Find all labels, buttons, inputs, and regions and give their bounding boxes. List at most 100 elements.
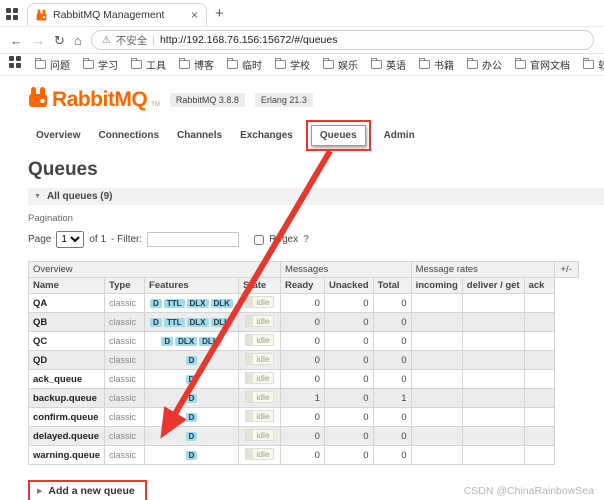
folder-icon (323, 58, 334, 69)
column-header[interactable]: Name (27, 277, 106, 294)
bookmark-label: 软件 (598, 57, 604, 72)
close-tab-icon[interactable]: × (191, 9, 198, 21)
queue-rate-deliver-get (461, 350, 525, 370)
bookmark-label: 书籍 (434, 61, 454, 72)
browser-window: RabbitMQ Management × + ← → ↻ ⌂ ⚠ 不安全 | … (0, 0, 604, 500)
of-label: of 1 (89, 234, 107, 245)
queue-type: classic (104, 369, 146, 389)
bookmark-item[interactable]: 书籍 (419, 57, 454, 72)
queue-ready: 0 (279, 445, 325, 465)
new-tab-button[interactable]: + (215, 5, 224, 22)
column-header[interactable]: deliver / get (461, 277, 525, 294)
browser-tab[interactable]: RabbitMQ Management × (27, 3, 207, 26)
column-toggle-control[interactable]: +/- (553, 261, 579, 278)
reload-icon[interactable]: ↻ (54, 34, 65, 47)
page-select[interactable]: 1 (56, 231, 85, 248)
feature-badge: D (150, 298, 162, 308)
pagination-controls: Page 1 of 1 - Filter: Regex ? (28, 231, 592, 248)
queue-name-link[interactable]: delayed.queue (27, 426, 106, 446)
queue-ready: 0 (279, 331, 325, 351)
queue-name-link[interactable]: ack_queue (27, 369, 106, 389)
tab-exchanges[interactable]: Exchanges (232, 126, 301, 145)
queue-rate-ack (523, 388, 555, 408)
column-header[interactable]: Type (104, 277, 146, 294)
rabbitmq-favicon-icon (36, 9, 47, 21)
queue-features: D TTL DLX DLK (144, 293, 239, 313)
queue-features: D TTL DLX DLK (144, 312, 239, 332)
bookmark-item[interactable]: 娱乐 (323, 57, 358, 72)
queue-type: classic (104, 331, 146, 351)
queue-unacked: 0 (323, 312, 374, 332)
bookmark-item[interactable]: 软件 (583, 57, 604, 72)
tab-admin[interactable]: Admin (376, 126, 423, 145)
queue-rate-deliver-get (461, 407, 525, 427)
bookmark-item[interactable]: 工具 (131, 57, 166, 72)
bookmark-item[interactable]: 博客 (179, 57, 214, 72)
filter-input[interactable] (147, 232, 240, 247)
all-queues-section-header[interactable]: ▼ All queues (9) (28, 188, 604, 205)
feature-badge: TTL (163, 317, 185, 327)
queue-state: idle (237, 350, 281, 370)
queue-name-link[interactable]: backup.queue (27, 388, 106, 408)
bookmark-item[interactable]: 临时 (227, 57, 262, 72)
queue-rate-incoming (410, 388, 463, 408)
apps-grid-icon[interactable] (9, 55, 22, 69)
queue-name-link[interactable]: warning.queue (27, 445, 106, 465)
regex-checkbox[interactable] (254, 234, 265, 245)
tab-grid-icon[interactable] (6, 8, 19, 21)
queue-name-link[interactable]: QC (27, 331, 106, 351)
column-header[interactable]: Unacked (323, 277, 374, 294)
queue-name-link[interactable]: QA (27, 293, 106, 313)
queue-features: D DLX DLK (144, 331, 239, 351)
column-header[interactable]: ack (523, 277, 555, 294)
tab-queues[interactable]: Queues (305, 120, 371, 151)
queue-rate-ack (523, 312, 555, 332)
feature-badge: D (185, 450, 198, 460)
add-new-queue-section[interactable]: ▶ Add a new queue (28, 480, 147, 500)
bookmark-label: 问题 (50, 61, 70, 72)
queue-state: idle (237, 426, 281, 446)
column-header[interactable]: Features (144, 277, 239, 294)
bookmark-item[interactable]: 学校 (275, 57, 310, 72)
feature-badge: DLK (210, 298, 233, 308)
queue-rate-incoming (410, 426, 463, 446)
forward-icon[interactable]: → (32, 34, 45, 47)
logo-wordmark[interactable]: RabbitMQ (52, 88, 148, 112)
queue-state: idle (237, 293, 281, 313)
column-header[interactable]: Total (372, 277, 412, 294)
feature-badge: D (185, 355, 198, 365)
address-bar[interactable]: ⚠ 不安全 | http://192.168.76.156:15672/#/qu… (90, 30, 594, 50)
queue-type: classic (104, 350, 146, 370)
queue-rate-incoming (410, 331, 463, 351)
folder-icon (131, 58, 142, 69)
back-icon[interactable]: ← (10, 34, 23, 47)
rabbitmq-logo-icon[interactable] (28, 86, 48, 113)
home-icon[interactable]: ⌂ (74, 34, 82, 47)
tab-connections[interactable]: Connections (90, 126, 167, 145)
regex-help-icon[interactable]: ? (303, 234, 309, 245)
queue-name-link[interactable]: confirm.queue (27, 407, 106, 427)
feature-badge: D (185, 412, 198, 422)
group-header: Messages (279, 261, 412, 278)
bookmark-item[interactable]: 问题 (35, 57, 70, 72)
bookmark-item[interactable]: 英语 (371, 57, 406, 72)
column-header[interactable]: Ready (279, 277, 325, 294)
all-queues-label: All queues (9) (46, 191, 113, 202)
column-header[interactable]: State (237, 277, 281, 294)
bookmark-label: 英语 (386, 61, 406, 72)
filter-label: - Filter: (111, 234, 143, 245)
queue-name-link[interactable]: QB (27, 312, 106, 332)
queue-state: idle (237, 312, 281, 332)
queue-total: 1 (372, 388, 412, 408)
column-header[interactable]: incoming (410, 277, 463, 294)
tab-channels[interactable]: Channels (169, 126, 230, 145)
tab-overview[interactable]: Overview (28, 126, 88, 145)
bookmark-item[interactable]: 办公 (467, 57, 502, 72)
queue-row: warning.queue classic D idle 0 0 0 (27, 445, 579, 465)
queue-name-link[interactable]: QD (27, 350, 106, 370)
bookmark-item[interactable]: 官网文档 (515, 57, 570, 72)
queue-row: QC classic D DLX DLK idle 0 0 0 (27, 331, 579, 351)
bookmarks-bar: 问题 学习 工具 博客 临时 学校 娱乐 英语 书籍 办公 官网文档 (0, 54, 604, 76)
queue-row: QB classic D TTL DLX DLK idle 0 0 0 (27, 312, 579, 332)
bookmark-item[interactable]: 学习 (83, 57, 118, 72)
